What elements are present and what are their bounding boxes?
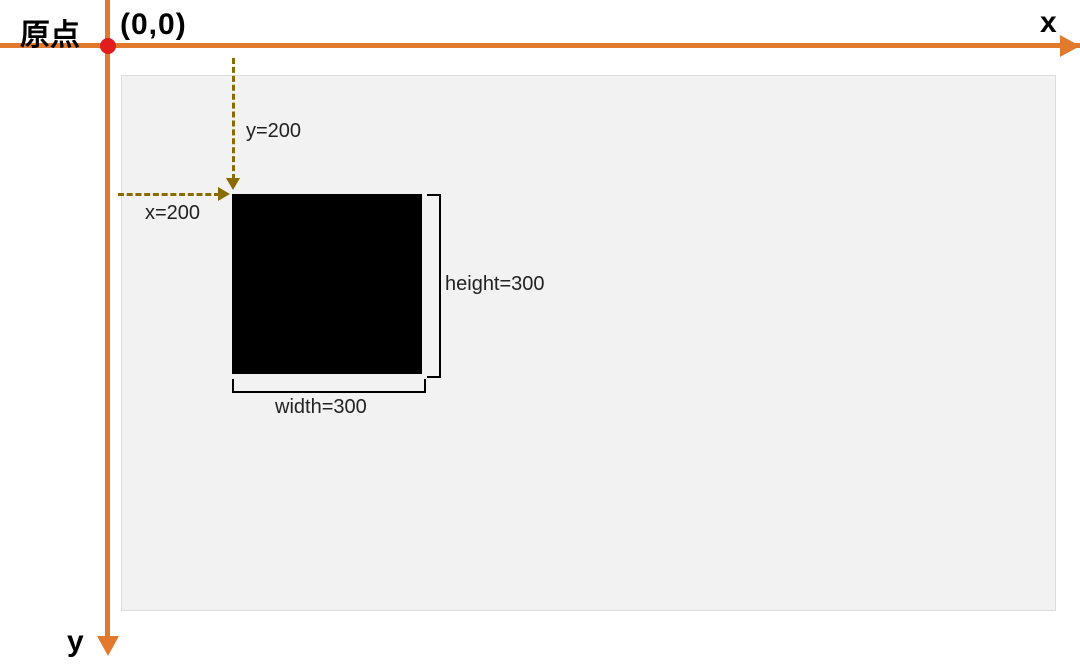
y-leader-line (232, 58, 235, 180)
x-axis-arrow-icon (1060, 35, 1080, 57)
width-label: width=300 (275, 396, 367, 419)
x-offset-label: x=200 (145, 202, 200, 225)
x-leader-line (118, 193, 220, 196)
width-bracket (232, 379, 426, 393)
y-axis-label: y (67, 625, 84, 659)
canvas-area (121, 75, 1056, 611)
height-bracket (427, 194, 441, 378)
y-axis (105, 0, 110, 640)
rectangle-shape (232, 194, 422, 374)
origin-coordinates: (0,0) (120, 8, 187, 42)
height-label: height=300 (445, 273, 545, 296)
x-axis-label: x (1040, 6, 1057, 40)
x-axis (0, 43, 1080, 48)
y-axis-arrow-icon (97, 636, 119, 656)
origin-point (100, 38, 116, 54)
y-offset-label: y=200 (246, 120, 301, 143)
diagram-root: 原点 (0,0) x y y=200 x=200 width=300 heigh… (0, 0, 1080, 671)
x-leader-arrow-icon (218, 187, 230, 201)
origin-label: 原点 (20, 10, 80, 54)
